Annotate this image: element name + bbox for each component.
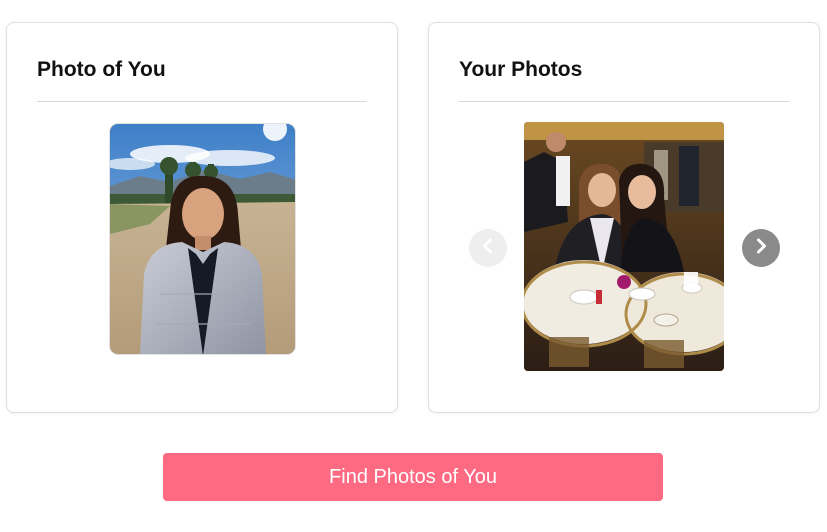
divider [37,101,367,102]
chevron-left-icon [479,237,497,260]
next-photo-button[interactable] [742,229,780,267]
photo-of-you-title: Photo of You [37,58,166,81]
your-photos-title: Your Photos [459,58,583,81]
gallery-photo [524,122,724,371]
find-photos-button[interactable]: Find Photos of You [163,453,663,501]
your-photos-card: Your Photos [428,22,820,413]
chevron-right-icon [752,237,770,260]
photo-of-you-card: Photo of You [6,22,398,413]
divider [459,101,789,102]
previous-photo-button[interactable] [469,229,507,267]
user-reference-photo [109,123,296,355]
